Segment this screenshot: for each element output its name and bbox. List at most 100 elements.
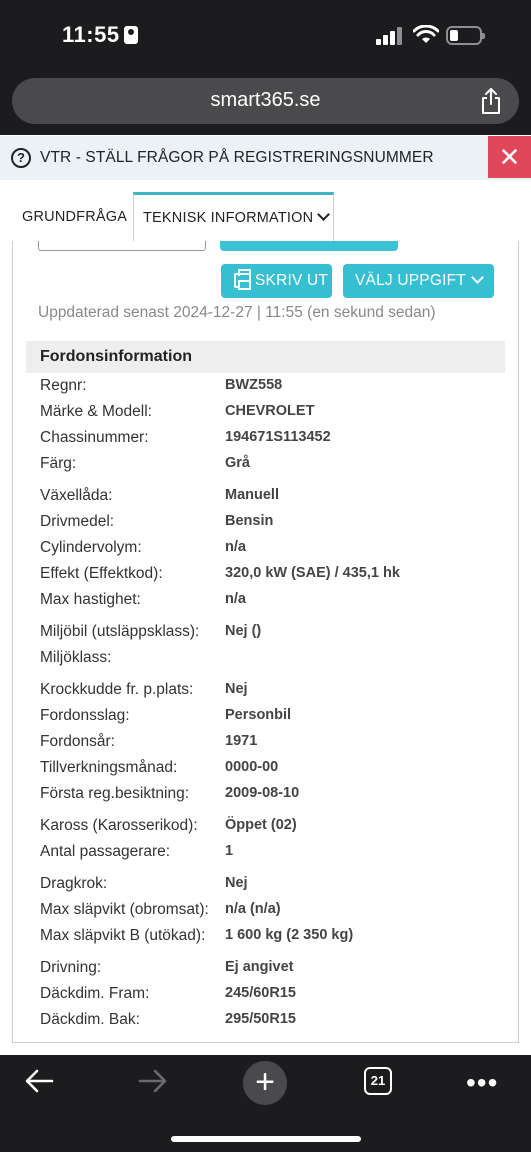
regnr-input-partial[interactable] [38, 241, 206, 251]
tab-grundfraga[interactable]: GRUNDFRÅGA [22, 192, 127, 242]
info-row: Tillverkningsmånad: 0000-00 [40, 759, 500, 785]
info-value: Ej angivet [225, 959, 294, 975]
info-value: BWZ558 [225, 377, 283, 393]
content-panel: SKRIV UT VÄLJ UPPGIFT Uppdaterad senast … [12, 241, 519, 1043]
info-row: Drivmedel: Bensin [40, 513, 500, 539]
info-value: n/a (n/a) [225, 901, 281, 917]
info-value: n/a [225, 539, 246, 555]
chevron-down-icon[interactable] [471, 271, 484, 284]
home-indicator [171, 1136, 361, 1142]
info-row: Cylindervolym: n/a [40, 539, 500, 565]
info-value: CHEVROLET [225, 403, 315, 419]
chevron-down-icon[interactable] [317, 208, 331, 221]
section-title: Fordonsinformation [26, 341, 505, 373]
info-row: Chassinummer: 194671S113452 [40, 429, 500, 455]
info-label: Regnr: [40, 377, 87, 394]
info-label: Krockkudde fr. p.plats: [40, 681, 194, 698]
person-badge-icon [123, 26, 138, 44]
plus-icon[interactable]: + [255, 1063, 275, 1101]
info-value: 245/60R15 [225, 985, 296, 1001]
tabs-count[interactable]: 21 [371, 1073, 385, 1088]
notice-text: VTR - STÄLL FRÅGOR PÅ REGISTRERINGSNUMME… [40, 149, 434, 166]
tabs-button[interactable]: 21 [364, 1067, 392, 1095]
info-value: Bensin [225, 513, 274, 529]
info-row: Max hastighet: n/a [40, 591, 500, 617]
status-time-text: 11:55 [62, 22, 120, 47]
info-row: Regnr: BWZ558 [40, 377, 500, 403]
info-value: 1 [225, 843, 234, 859]
info-label: Märke & Modell: [40, 403, 152, 420]
share-icon[interactable] [479, 87, 503, 115]
info-value: 194671S113452 [225, 429, 331, 445]
info-label: Kaross (Karosserikod): [40, 817, 198, 834]
info-label: Miljöbil (utsläppsklass): [40, 623, 200, 640]
info-label: Miljöklass: [40, 649, 112, 666]
tab-teknisk-information[interactable]: TEKNISK INFORMATION [133, 192, 334, 242]
info-row: Däckdim. Bak: 295/50R15 [40, 1011, 500, 1037]
info-label: Cylindervolym: [40, 539, 142, 556]
more-icon[interactable]: ••• [466, 1067, 498, 1099]
info-row: Första reg.besiktning: 2009-08-10 [40, 785, 500, 811]
info-row: Miljöklass: [40, 649, 500, 675]
notice-banner: ? VTR - STÄLL FRÅGOR PÅ REGISTRERINGSNUM… [0, 136, 531, 180]
info-row: Växellåda: Manuell [40, 487, 500, 513]
info-label: Drivmedel: [40, 513, 115, 530]
info-row: Max släpvikt B (utökad): 1 600 kg (2 350 … [40, 927, 500, 953]
back-arrow-icon[interactable] [24, 1067, 54, 1095]
info-row: Märke & Modell: CHEVROLET [40, 403, 500, 429]
info-value: Manuell [225, 487, 279, 503]
info-row: Krockkudde fr. p.plats: Nej [40, 681, 500, 707]
close-icon[interactable]: ✕ [499, 142, 521, 172]
info-value: Nej [225, 681, 248, 697]
info-label: Antal passagerare: [40, 843, 171, 860]
info-value: Nej () [225, 623, 262, 639]
wifi-icon [413, 25, 439, 43]
tab-bar: GRUNDFRÅGA TEKNISK INFORMATION [0, 180, 531, 242]
url-text[interactable]: smart365.se [12, 89, 519, 112]
info-label: Chassinummer: [40, 429, 149, 446]
tab-teknisk-information-label[interactable]: TEKNISK INFORMATION [143, 210, 313, 226]
info-label: Fordonsår: [40, 733, 115, 750]
browser-chrome-top: 11:55 smart365.se [0, 0, 531, 135]
updated-timestamp: Uppdaterad senast 2024-12-27 | 11:55 (en… [38, 304, 436, 321]
print-button-label[interactable]: SKRIV UT [255, 272, 328, 289]
info-row: Antal passagerare: 1 [40, 843, 500, 869]
info-row: Fordonsår: 1971 [40, 733, 500, 759]
tab-grundfraga-label[interactable]: GRUNDFRÅGA [22, 209, 127, 225]
info-value: 1971 [225, 733, 258, 749]
info-label: Första reg.besiktning: [40, 785, 190, 802]
select-data-button[interactable]: VÄLJ UPPGIFT [343, 264, 494, 298]
info-label: Däckdim. Fram: [40, 985, 150, 1002]
info-row: Däckdim. Fram: 245/60R15 [40, 985, 500, 1011]
info-label: Däckdim. Bak: [40, 1011, 140, 1028]
address-bar[interactable]: smart365.se [12, 78, 519, 124]
info-row: Kaross (Karosserikod): Öppet (02) [40, 817, 500, 843]
new-tab-button[interactable]: + [243, 1061, 287, 1105]
select-data-label[interactable]: VÄLJ UPPGIFT [355, 272, 466, 289]
info-value: 2009-08-10 [225, 785, 300, 801]
info-row: Max släpvikt (obromsat): n/a (n/a) [40, 901, 500, 927]
battery-icon [446, 26, 485, 45]
search-button-partial[interactable] [220, 241, 398, 251]
info-row: Effekt (Effektkod): 320,0 kW (SAE) / 435,… [40, 565, 500, 591]
info-label: Effekt (Effektkod): [40, 565, 163, 582]
info-label: Fordonsslag: [40, 707, 130, 724]
info-label: Växellåda: [40, 487, 113, 504]
status-time: 11:55 [62, 22, 138, 48]
info-label: Max släpvikt (obromsat): [40, 901, 209, 918]
print-button[interactable]: SKRIV UT [221, 264, 332, 298]
forward-arrow-icon[interactable] [138, 1067, 168, 1095]
info-row: Dragkrok: Nej [40, 875, 500, 901]
info-value: Nej [225, 875, 248, 891]
info-row: Fordonsslag: Personbil [40, 707, 500, 733]
cellular-signal-icon [376, 27, 404, 45]
info-label: Färg: [40, 455, 77, 472]
printer-icon[interactable] [234, 269, 251, 290]
close-button[interactable]: ✕ [488, 136, 531, 178]
info-row: Drivning: Ej angivet [40, 959, 500, 985]
help-icon[interactable]: ? [11, 148, 31, 168]
info-label: Drivning: [40, 959, 102, 976]
info-value: 1 600 kg (2 350 kg) [225, 927, 354, 943]
info-label: Dragkrok: [40, 875, 108, 892]
info-value: 0000-00 [225, 759, 279, 775]
